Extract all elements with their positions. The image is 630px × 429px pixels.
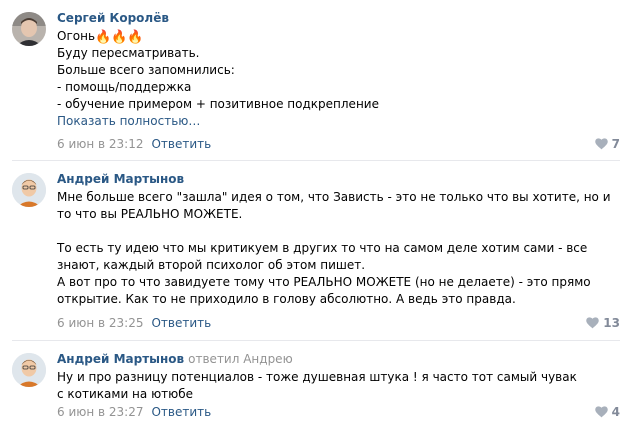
like-count: 4 (611, 405, 620, 419)
like-count: 13 (603, 316, 620, 330)
like-count: 7 (611, 137, 620, 151)
reply-to-link[interactable]: ответил Андрею (188, 352, 293, 366)
avatar-photo-icon (12, 353, 46, 387)
comment-meta: 6 июн в 23:12 Ответить (57, 137, 211, 151)
comment-meta: 6 июн в 23:25 Ответить (57, 316, 211, 330)
avatar-photo-icon (12, 173, 46, 207)
comment-paragraph: Ну и про разницу потенциалов - тоже душе… (57, 370, 577, 401)
fire-emoji-icon: 🔥🔥🔥 (95, 30, 144, 45)
comment-date[interactable]: 6 июн в 23:27 (57, 405, 143, 419)
like-button[interactable]: 13 (586, 316, 620, 330)
avatar-photo-icon (12, 12, 46, 46)
comment-paragraph: То есть ту идею что мы критикуем в други… (57, 241, 588, 272)
comment-author-name[interactable]: Андрей Мартынов (57, 352, 184, 366)
avatar[interactable] (12, 173, 46, 207)
reply-button[interactable]: Ответить (151, 137, 211, 151)
comment-paragraph: Мне больше всего "зашла" идея о том, что… (57, 190, 611, 221)
comment: Андрей Мартынов Мне больше всего "зашла"… (0, 161, 630, 339)
comment: Андрей Мартынов ответил Андрею Ну и про р… (0, 341, 630, 429)
comment-text-line: Больше всего запомнились: (57, 63, 235, 77)
avatar[interactable] (12, 353, 46, 387)
comment-text-line: Буду пересматривать. (57, 46, 200, 60)
reply-button[interactable]: Ответить (151, 316, 211, 330)
comment-date[interactable]: 6 июн в 23:12 (57, 137, 143, 151)
like-button[interactable]: 4 (594, 405, 620, 419)
reply-button[interactable]: Ответить (151, 405, 211, 419)
comment-author[interactable]: Андрей Мартынов (57, 172, 184, 186)
show-more-link[interactable]: Показать полностью… (57, 113, 622, 130)
comment-text: Ну и про разницу потенциалов - тоже душе… (57, 369, 577, 403)
heart-icon (586, 317, 600, 329)
comment-text-line: Огонь (57, 29, 96, 43)
comment-text-line: - обучение примером + позитивное подкреп… (57, 97, 379, 111)
comment-paragraph: А вот про то что завидуете тому что РЕАЛ… (57, 275, 591, 306)
comment-text: Огонь🔥🔥🔥 Буду пересматривать. Больше все… (57, 28, 622, 130)
comment-text: Мне больше всего "зашла" идея о том, что… (57, 189, 617, 308)
heart-icon (594, 138, 608, 150)
comment: Сергей Королёв Огонь🔥🔥🔥 Буду пересматрив… (0, 0, 630, 160)
comment-author: Андрей Мартынов ответил Андрею (57, 352, 293, 366)
avatar[interactable] (12, 12, 46, 46)
comment-meta: 6 июн в 23:27 Ответить (57, 405, 211, 419)
heart-icon (594, 406, 608, 418)
comment-text-line: - помощь/поддержка (57, 80, 192, 94)
comment-author[interactable]: Сергей Королёв (57, 11, 169, 25)
comment-date[interactable]: 6 июн в 23:25 (57, 316, 143, 330)
like-button[interactable]: 7 (594, 137, 620, 151)
